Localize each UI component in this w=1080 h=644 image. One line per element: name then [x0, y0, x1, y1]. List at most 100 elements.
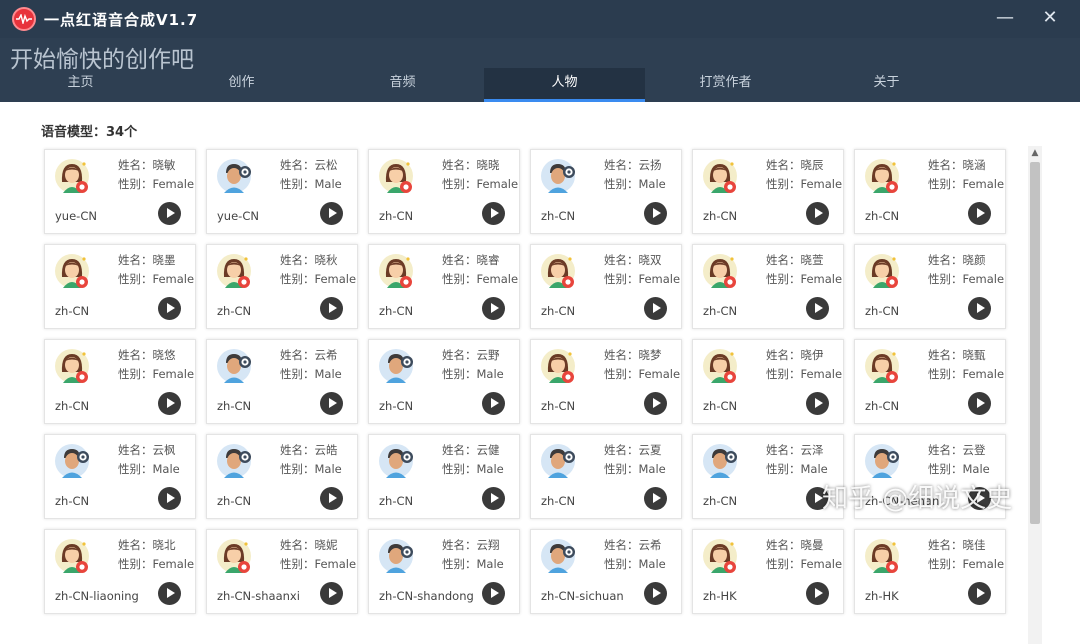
voice-card[interactable]: 姓名：云野 性别：Male zh-CN [368, 339, 520, 424]
scrollbar-thumb[interactable] [1030, 162, 1040, 524]
play-button[interactable] [644, 392, 667, 415]
voice-card[interactable]: 姓名：晓双 性别：Female zh-CN [530, 244, 682, 329]
voice-card[interactable]: 姓名：云枫 性别：Male zh-CN [44, 434, 196, 519]
voice-card[interactable]: 姓名：云夏 性别：Male zh-CN [530, 434, 682, 519]
male-avatar-icon [540, 441, 580, 481]
play-button[interactable] [968, 582, 991, 605]
voice-card[interactable]: 姓名：云扬 性别：Male zh-CN [530, 149, 682, 234]
scroll-up-arrow-icon[interactable]: ▲ [1028, 146, 1042, 160]
tab-characters[interactable]: 人物 [484, 68, 645, 102]
play-button[interactable] [806, 392, 829, 415]
tab-bar: 主页 创作 音频 人物 打赏作者 关于 [0, 68, 1080, 102]
voice-card[interactable]: 姓名：晓墨 性别：Female zh-CN [44, 244, 196, 329]
voice-gender: 性别：Female [604, 272, 681, 286]
voice-card[interactable]: 姓名：晓北 性别：Female zh-CN-liaoning [44, 529, 196, 614]
voice-card[interactable]: 姓名：晓曼 性别：Female zh-HK [692, 529, 844, 614]
voice-name: 姓名：晓甄 [928, 348, 986, 362]
play-button[interactable] [158, 202, 181, 225]
play-button[interactable] [482, 392, 505, 415]
play-button[interactable] [968, 297, 991, 320]
voice-card[interactable]: 姓名：云皓 性别：Male zh-CN [206, 434, 358, 519]
voice-card[interactable]: 姓名：晓睿 性别：Female zh-CN [368, 244, 520, 329]
play-button[interactable] [482, 202, 505, 225]
play-button[interactable] [482, 487, 505, 510]
play-button[interactable] [806, 202, 829, 225]
play-button[interactable] [644, 297, 667, 320]
voice-name: 姓名：晓曼 [766, 538, 824, 552]
voice-gender: 性别：Male [280, 462, 342, 476]
voice-card[interactable]: 姓名：晓敏 性别：Female yue-CN [44, 149, 196, 234]
play-button[interactable] [158, 297, 181, 320]
female-avatar-icon [378, 156, 418, 196]
voice-locale: zh-CN [865, 209, 900, 223]
play-button[interactable] [644, 582, 667, 605]
voice-gender: 性别：Female [280, 557, 357, 571]
tab-audio[interactable]: 音频 [322, 68, 483, 102]
play-button[interactable] [482, 582, 505, 605]
voice-card[interactable]: 姓名：晓佳 性别：Female zh-HK [854, 529, 1006, 614]
watermark: 知乎 @细说文史 [822, 484, 1013, 514]
voice-locale: zh-CN [703, 209, 738, 223]
voice-name: 姓名：云枫 [118, 443, 176, 457]
tab-home[interactable]: 主页 [0, 68, 161, 102]
voice-card[interactable]: 姓名：晓萱 性别：Female zh-CN [692, 244, 844, 329]
minimize-button[interactable]: — [990, 6, 1020, 32]
male-avatar-icon [864, 441, 904, 481]
voice-name: 姓名：云野 [442, 348, 500, 362]
voice-card[interactable]: 姓名：晓伊 性别：Female zh-CN [692, 339, 844, 424]
play-button[interactable] [320, 582, 343, 605]
voice-card[interactable]: 姓名：晓悠 性别：Female zh-CN [44, 339, 196, 424]
voice-gender: 性别：Male [928, 462, 990, 476]
voice-card[interactable]: 姓名：云希 性别：Male zh-CN [206, 339, 358, 424]
voice-locale: zh-CN [865, 399, 900, 413]
tab-donate[interactable]: 打赏作者 [645, 68, 806, 102]
voice-card[interactable]: 姓名：云松 性别：Male yue-CN [206, 149, 358, 234]
voice-card[interactable]: 姓名：晓妮 性别：Female zh-CN-shaanxi [206, 529, 358, 614]
voice-card[interactable]: 姓名：晓甄 性别：Female zh-CN [854, 339, 1006, 424]
voice-locale: zh-CN [379, 209, 414, 223]
voice-card[interactable]: 姓名：云翔 性别：Male zh-CN-shandong [368, 529, 520, 614]
voice-gender: 性别：Male [604, 557, 666, 571]
play-button[interactable] [806, 582, 829, 605]
voice-card[interactable]: 姓名：云健 性别：Male zh-CN [368, 434, 520, 519]
play-button[interactable] [158, 582, 181, 605]
voice-name: 姓名：云夏 [604, 443, 662, 457]
female-avatar-icon [54, 251, 94, 291]
vertical-scrollbar[interactable]: ▲ [1028, 146, 1042, 644]
play-button[interactable] [968, 202, 991, 225]
voice-card[interactable]: 姓名：晓颜 性别：Female zh-CN [854, 244, 1006, 329]
voice-locale: yue-CN [55, 209, 97, 223]
play-button[interactable] [482, 297, 505, 320]
voice-model-panel: 语音模型：34个 姓名：晓敏 性别：Female yue-CN 姓名：云松 性别：Ma… [0, 102, 1080, 644]
play-button[interactable] [158, 392, 181, 415]
male-avatar-icon [540, 536, 580, 576]
play-button[interactable] [968, 392, 991, 415]
title-bar[interactable]: 一点红语音合成V1.7 — ✕ [0, 0, 1080, 38]
play-button[interactable] [806, 297, 829, 320]
play-button[interactable] [320, 202, 343, 225]
play-button[interactable] [320, 392, 343, 415]
play-button[interactable] [320, 297, 343, 320]
play-button[interactable] [644, 487, 667, 510]
voice-card[interactable]: 姓名：晓梦 性别：Female zh-CN [530, 339, 682, 424]
voice-card[interactable]: 姓名：晓晓 性别：Female zh-CN [368, 149, 520, 234]
voice-locale: zh-CN [379, 399, 414, 413]
voice-name: 姓名：晓辰 [766, 158, 824, 172]
voice-gender: 性别：Female [928, 272, 1005, 286]
voice-card[interactable]: 姓名：晓秋 性别：Female zh-CN [206, 244, 358, 329]
voice-name: 姓名：晓敏 [118, 158, 176, 172]
voice-card[interactable]: 姓名：晓涵 性别：Female zh-CN [854, 149, 1006, 234]
close-button[interactable]: ✕ [1035, 6, 1065, 32]
model-count-label: 语音模型：34个 [41, 125, 138, 140]
header: 开始愉快的创作吧 主页 创作 音频 人物 打赏作者 关于 [0, 38, 1080, 102]
voice-card[interactable]: 姓名：云希 性别：Male zh-CN-sichuan [530, 529, 682, 614]
tab-create[interactable]: 创作 [161, 68, 322, 102]
tab-about[interactable]: 关于 [806, 68, 967, 102]
voice-locale: zh-CN [217, 494, 252, 508]
play-button[interactable] [158, 487, 181, 510]
voice-name: 姓名：晓睿 [442, 253, 500, 267]
voice-card[interactable]: 姓名：晓辰 性别：Female zh-CN [692, 149, 844, 234]
play-button[interactable] [644, 202, 667, 225]
voice-locale: zh-CN [541, 209, 576, 223]
play-button[interactable] [320, 487, 343, 510]
